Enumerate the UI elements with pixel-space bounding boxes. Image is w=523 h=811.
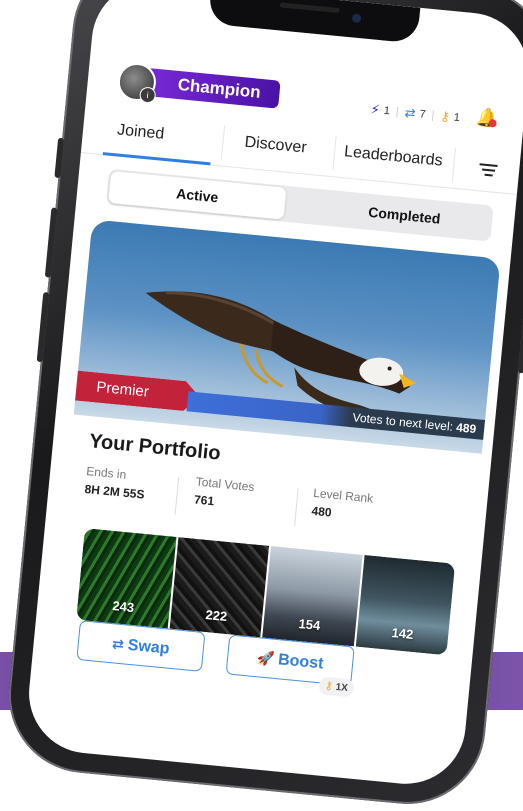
camera (351, 13, 362, 24)
tab-divider (451, 147, 457, 182)
active-tab-indicator (102, 152, 211, 166)
stat-level-rank: Level Rank 480 (311, 486, 374, 524)
resource-counters: ⚡ 1 | ⇄ 7 | ⚷ 1 (370, 102, 461, 127)
tab-joined[interactable]: Joined (116, 121, 165, 143)
portfolio-photo[interactable]: 154 (262, 546, 363, 647)
phone-frame: i Champion ⚡ 1 | ⇄ 7 | ⚷ 1 🔔 Joined Disc… (1, 0, 523, 811)
power-button (517, 273, 523, 374)
lightning-icon: ⚡ (370, 101, 381, 118)
rocket-icon: 🚀 (256, 649, 276, 667)
stat-label: Ends in (85, 463, 127, 482)
tab-divider (332, 136, 337, 171)
stat-label: Total Votes (195, 474, 256, 495)
speaker (279, 2, 340, 14)
tab-divider (220, 125, 226, 160)
mute-switch (54, 137, 65, 179)
portfolio-title: Your Portfolio (88, 430, 222, 465)
votes-to-next-label: Votes to next level: (351, 410, 454, 434)
photo-votes: 142 (390, 624, 415, 643)
avatar-info-icon: i (138, 86, 157, 104)
portfolio-photo[interactable]: 243 (76, 528, 176, 629)
portfolio-photo[interactable]: 222 (169, 537, 270, 638)
volume-up-button (44, 207, 58, 278)
phone-screen: i Champion ⚡ 1 | ⇄ 7 | ⚷ 1 🔔 Joined Disc… (23, 0, 523, 790)
stat-divider (294, 488, 299, 527)
stat-value: 761 (193, 492, 215, 509)
boost-label: Boost (277, 651, 325, 673)
key-icon: ⚷ (324, 679, 334, 693)
rank-badge[interactable]: Champion (136, 67, 281, 109)
stat-value: 8H 2M 55S (83, 481, 146, 502)
challenge-hero-image[interactable]: Premier Votes to next level: 489 (73, 219, 501, 454)
votes-to-next-value: 489 (455, 420, 477, 437)
swap-label: Swap (127, 636, 171, 658)
stat-total-votes: Total Votes 761 (193, 475, 255, 512)
volume-down-button (36, 292, 50, 363)
counter-divider: | (395, 105, 400, 119)
boost-count-badge: ⚷ 1X (317, 676, 355, 698)
bell-icon[interactable]: 🔔 (475, 107, 499, 129)
counter-divider: | (430, 109, 435, 122)
swap-icon: ⇄ (403, 104, 417, 121)
photo-votes: 243 (111, 598, 135, 616)
portfolio-photo[interactable]: 142 (355, 554, 456, 656)
swap-count: 7 (418, 108, 427, 121)
stat-ends-in: Ends in 8H 2M 55S (84, 464, 147, 502)
stat-divider (174, 476, 180, 515)
photo-votes: 222 (204, 607, 228, 625)
swap-icon: ⇄ (111, 635, 125, 653)
stat-value: 480 (310, 503, 333, 520)
segment-completed[interactable]: Completed (315, 189, 494, 242)
boost-count: 1X (335, 681, 349, 694)
stat-label: Level Rank (312, 485, 374, 506)
photo-votes: 154 (297, 616, 321, 634)
filter-icon[interactable] (478, 160, 498, 180)
key-icon: ⚷ (439, 108, 451, 125)
tab-leaderboards[interactable]: Leaderboards (343, 143, 443, 170)
lightning-count: 1 (383, 104, 391, 118)
notification-dot (488, 118, 497, 128)
key-count: 1 (453, 111, 461, 125)
notch (207, 0, 421, 44)
tab-discover[interactable]: Discover (244, 134, 308, 158)
segment-active[interactable]: Active (108, 170, 287, 220)
